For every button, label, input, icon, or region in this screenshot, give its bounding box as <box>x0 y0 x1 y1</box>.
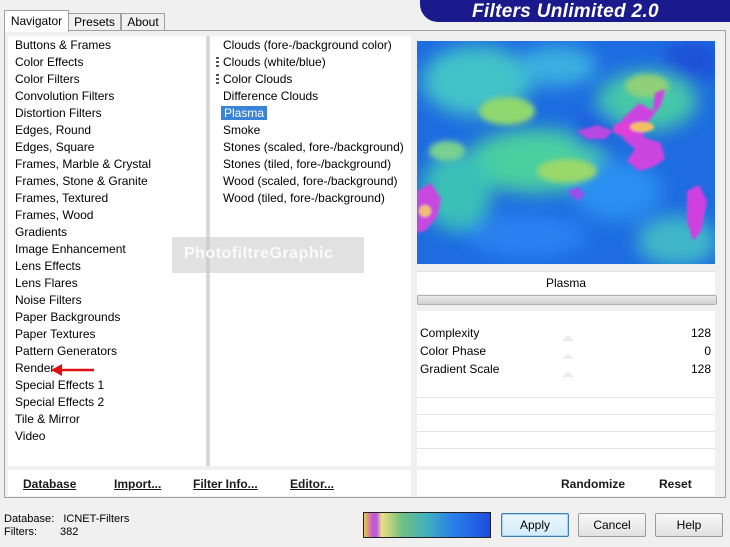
filters-label: Filters: <box>4 526 37 538</box>
category-items: Buttons & Frames Color Effects Color Filte… <box>15 37 151 445</box>
filter-item-label: Stones (scaled, fore-/background) <box>223 140 404 154</box>
divider <box>417 397 715 398</box>
tab-navigator[interactable]: Navigator <box>4 10 69 32</box>
filter-item-label: Clouds (white/blue) <box>223 55 326 69</box>
import-link[interactable]: Import... <box>114 477 161 491</box>
category-item[interactable]: Edges, Square <box>15 139 151 156</box>
filter-info-link-label: Filter Info... <box>193 477 258 491</box>
category-item[interactable]: Frames, Marble & Crystal <box>15 156 151 173</box>
cancel-button[interactable]: Cancel <box>578 513 646 537</box>
category-item[interactable]: Paper Backgrounds <box>15 309 151 326</box>
category-item[interactable]: Special Effects 1 <box>15 377 151 394</box>
right-toolbar: Randomize Reset <box>417 470 715 496</box>
category-item[interactable]: Lens Flares <box>15 275 151 292</box>
filter-item-label: Wood (scaled, fore-/background) <box>223 174 398 188</box>
editor-link-label: Editor... <box>290 477 335 491</box>
preview-progress-bar <box>417 295 717 305</box>
app-title: Filters Unlimited 2.0 <box>472 1 659 22</box>
category-item[interactable]: Image Enhancement <box>15 241 151 258</box>
filter-info-link[interactable]: Filter Info... <box>193 477 258 491</box>
slider-thumb-icon <box>562 335 574 377</box>
arrow-annotation-icon <box>51 364 94 376</box>
parameters-panel: Complexity 128 Color Phase 0 Gradient Sc… <box>417 311 715 466</box>
tab-about[interactable]: About <box>121 13 165 31</box>
filter-item[interactable]: Difference Clouds <box>223 88 404 105</box>
category-item[interactable]: Buttons & Frames <box>15 37 151 54</box>
apply-button[interactable]: Apply <box>501 513 569 537</box>
filters-count: 382 <box>60 526 79 538</box>
status-area: Database: ICNET-Filters Filters: 382 <box>4 513 129 539</box>
reset-button[interactable]: Reset <box>659 477 692 491</box>
database-link[interactable]: Database <box>23 477 76 491</box>
divider <box>417 414 715 415</box>
category-item[interactable]: Distortion Filters <box>15 105 151 122</box>
filter-item-label: Clouds (fore-/background color) <box>223 38 392 52</box>
filter-item-label: Plasma <box>221 106 268 120</box>
category-item[interactable]: Tile & Mirror <box>15 411 151 428</box>
category-item[interactable]: Convolution Filters <box>15 88 151 105</box>
preview-caption: Plasma <box>417 271 715 294</box>
filter-items: Clouds (fore-/background color) Clouds (w… <box>216 37 404 207</box>
preview-filter-name: Plasma <box>545 276 586 290</box>
category-item[interactable]: Edges, Round <box>15 122 151 139</box>
filter-item[interactable]: Plasma <box>221 105 404 122</box>
database-label: Database: <box>4 513 55 525</box>
filter-item[interactable]: Wood (scaled, fore-/background) <box>223 173 404 190</box>
category-item[interactable]: Noise Filters <box>15 292 151 309</box>
tab-presets[interactable]: Presets <box>68 13 121 31</box>
filter-item-label: Difference Clouds <box>223 89 319 103</box>
category-item[interactable]: Gradients <box>15 224 151 241</box>
filter-item-label: Stones (tiled, fore-/background) <box>223 157 392 171</box>
filter-item[interactable]: Smoke <box>223 122 404 139</box>
title-banner: Filters Unlimited 2.0 <box>420 0 730 22</box>
filter-item-label: Wood (tiled, fore-/background) <box>223 191 385 205</box>
filter-item[interactable]: Clouds (fore-/background color) <box>223 37 404 54</box>
import-link-label: Import... <box>114 477 162 491</box>
category-item[interactable]: Lens Effects <box>15 258 151 275</box>
divider <box>417 431 715 432</box>
editor-link[interactable]: Editor... <box>290 477 334 491</box>
category-item[interactable]: Color Effects <box>15 54 151 71</box>
category-item[interactable]: Pattern Generators <box>15 343 151 360</box>
category-item[interactable]: Frames, Textured <box>15 190 151 207</box>
favorite-marker-icon <box>216 74 219 85</box>
param-value: 128 <box>690 326 711 340</box>
database-value: ICNET-Filters <box>63 513 130 525</box>
category-item[interactable]: Frames, Wood <box>15 207 151 224</box>
param-value: 0 <box>704 344 711 358</box>
param-value: 128 <box>690 362 711 376</box>
help-button[interactable]: Help <box>655 513 723 537</box>
param-label: Color Phase <box>420 344 487 358</box>
watermark: PhotofiltreGraphic <box>172 237 364 273</box>
randomize-button[interactable]: Randomize <box>561 477 625 491</box>
filter-item[interactable]: Wood (tiled, fore-/background) <box>223 190 404 207</box>
filter-item[interactable]: Clouds (white/blue) <box>216 54 404 71</box>
category-item[interactable]: Color Filters <box>15 71 151 88</box>
divider <box>417 448 715 449</box>
plasma-preview <box>417 41 715 264</box>
category-item[interactable]: Frames, Stone & Granite <box>15 173 151 190</box>
param-label: Complexity <box>420 326 480 340</box>
filter-item[interactable]: Stones (tiled, fore-/background) <box>223 156 404 173</box>
left-toolbar: Database Import... Filter Info... Editor… <box>8 470 411 496</box>
watermark-text: PhotofiltreGraphic <box>184 245 334 262</box>
category-item[interactable]: Video <box>15 428 151 445</box>
filter-item[interactable]: Color Clouds <box>216 71 404 88</box>
preview-image[interactable] <box>417 41 715 264</box>
database-link-label: Database <box>23 477 77 491</box>
category-item[interactable]: Paper Textures <box>15 326 151 343</box>
gradient-swatch <box>363 512 491 538</box>
filter-item-label: Smoke <box>223 123 261 137</box>
category-item[interactable]: Special Effects 2 <box>15 394 151 411</box>
filter-item-label: Color Clouds <box>223 72 293 86</box>
favorite-marker-icon <box>216 57 219 68</box>
param-label: Gradient Scale <box>420 362 500 376</box>
filter-item[interactable]: Stones (scaled, fore-/background) <box>223 139 404 156</box>
